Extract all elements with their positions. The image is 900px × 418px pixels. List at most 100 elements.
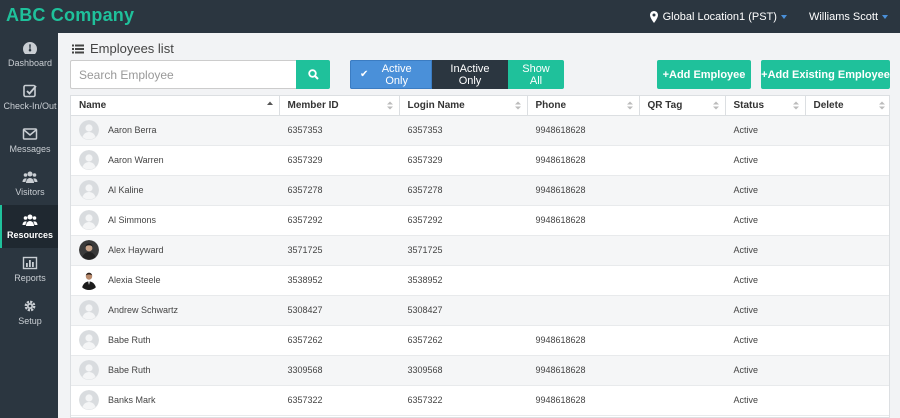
member-id-value: 6357329: [287, 155, 323, 165]
column-header-phone[interactable]: Phone: [527, 96, 640, 116]
table-row[interactable]: Aaron Warren 6357329 6357329 9948618628 Acti…: [71, 145, 889, 176]
search-button[interactable]: [296, 60, 330, 89]
status-cell: Active: [725, 175, 805, 206]
sidebar-item-reports[interactable]: Reports: [0, 248, 58, 291]
add-existing-employee-button[interactable]: +Add Existing Employee: [761, 60, 890, 89]
sidebar-item-label: Messages: [9, 144, 51, 154]
map-pin-icon: [649, 10, 658, 23]
status-value: Active: [733, 275, 759, 285]
qr-tag-cell: [639, 175, 725, 206]
add-employee-button[interactable]: +Add Employee: [657, 60, 751, 89]
sidebar-item-visitors[interactable]: Visitors: [0, 162, 58, 205]
column-header-delete[interactable]: Delete: [805, 96, 889, 116]
inactive-only-button[interactable]: InActive Only: [432, 60, 508, 89]
column-label: Member ID: [287, 99, 339, 111]
avatar: [79, 390, 99, 410]
login-name-value: 6357329: [407, 155, 443, 165]
status-cell: Active: [725, 205, 805, 236]
status-value: Active: [733, 365, 759, 375]
member-id-value: 3309568: [287, 365, 323, 375]
qr-tag-cell: [639, 295, 725, 326]
qr-tag-cell: [639, 265, 725, 296]
active-only-button[interactable]: ✔ Active Only: [350, 60, 432, 89]
user-menu[interactable]: Williams Scott: [809, 11, 888, 23]
chevron-down-icon: [882, 14, 888, 19]
qr-tag-cell: [639, 235, 725, 266]
employee-name-wrap[interactable]: Babe Ruth: [79, 360, 271, 380]
column-header-member-id[interactable]: Member ID: [279, 96, 400, 116]
qr-tag-cell: [639, 115, 725, 146]
sort-icon: [878, 101, 885, 110]
delete-cell: [805, 115, 889, 146]
gear-icon: [24, 300, 36, 312]
table-row[interactable]: Babe Ruth 3309568 3309568 9948618628 Active: [71, 355, 889, 386]
login-name-value: 5308427: [407, 305, 443, 315]
login-name-cell: 3571725: [399, 235, 527, 266]
status-cell: Active: [725, 295, 805, 326]
sidebar-item-resources[interactable]: Resources: [0, 205, 58, 248]
app-title[interactable]: ABC Company: [6, 5, 134, 26]
avatar: [79, 210, 99, 230]
login-name-cell: 6357329: [399, 145, 527, 176]
check-square-icon: [23, 84, 37, 98]
sidebar-item-check-in-out[interactable]: Check-In/Out: [0, 76, 58, 119]
table-row[interactable]: Al Kaline 6357278 6357278 9948618628 Active: [71, 175, 889, 206]
employee-name-wrap[interactable]: Aaron Berra: [79, 120, 271, 140]
name-cell: Al Kaline: [71, 175, 279, 206]
sidebar-item-dashboard[interactable]: Dashboard: [0, 33, 58, 76]
status-cell: Active: [725, 145, 805, 176]
location-selector[interactable]: Global Location1 (PST): [649, 10, 787, 23]
employee-name-wrap[interactable]: Aaron Warren: [79, 150, 271, 170]
status-value: Active: [733, 185, 759, 195]
table-row[interactable]: Aaron Berra 6357353 6357353 9948618628 Activ…: [71, 115, 889, 146]
sidebar-item-label: Setup: [18, 316, 42, 326]
page-title: Employees list: [72, 41, 174, 56]
show-all-button[interactable]: Show All: [508, 60, 564, 89]
login-name-cell: 6357292: [399, 205, 527, 236]
employee-name-wrap[interactable]: Alexia Steele: [79, 270, 271, 290]
login-name-cell: 6357322: [399, 385, 527, 416]
member-id-cell: 6357322: [279, 385, 399, 416]
login-name-cell: 3538952: [399, 265, 527, 296]
employee-name-wrap[interactable]: Al Kaline: [79, 180, 271, 200]
employee-name-wrap[interactable]: Banks Mark: [79, 390, 271, 410]
member-id-cell: 6357292: [279, 205, 399, 236]
column-header-status[interactable]: Status: [725, 96, 806, 116]
employee-name-wrap[interactable]: Al Simmons: [79, 210, 271, 230]
employee-name-wrap[interactable]: Alex Hayward: [79, 240, 271, 260]
phone-cell: 9948618628: [527, 175, 639, 206]
status-value: Active: [733, 155, 759, 165]
table-row[interactable]: Andrew Schwartz 5308427 5308427 Active: [71, 295, 889, 326]
sort-asc-icon: [266, 101, 273, 105]
table-row[interactable]: Babe Ruth 6357262 6357262 9948618628 Active: [71, 325, 889, 356]
employee-name-wrap[interactable]: Babe Ruth: [79, 330, 271, 350]
table-row[interactable]: Alexia Steele 3538952 3538952 Active: [71, 265, 889, 296]
sidebar-item-setup[interactable]: Setup: [0, 291, 58, 334]
column-header-qr-tag[interactable]: QR Tag: [639, 96, 726, 116]
name-cell: Aaron Berra: [71, 115, 279, 146]
sidebar-item-label: Visitors: [15, 187, 45, 197]
sort-icon: [626, 101, 633, 110]
member-id-value: 3538952: [287, 275, 323, 285]
chevron-down-icon: [780, 14, 787, 19]
employee-name: Banks Mark: [108, 395, 156, 405]
status-value: Active: [733, 245, 759, 255]
employee-name: Babe Ruth: [108, 335, 151, 345]
sort-icon: [386, 101, 393, 110]
sort-icon: [712, 101, 719, 110]
employee-name-wrap[interactable]: Andrew Schwartz: [79, 300, 271, 320]
member-id-cell: 6357353: [279, 115, 399, 146]
column-header-login-name[interactable]: Login Name: [399, 96, 528, 116]
table-row[interactable]: Banks Mark 6357322 6357322 9948618628 Active: [71, 385, 889, 416]
status-cell: Active: [725, 325, 805, 356]
search-input[interactable]: [70, 60, 296, 89]
table-row[interactable]: Alex Hayward 3571725 3571725 Active: [71, 235, 889, 266]
delete-cell: [805, 205, 889, 236]
table-row[interactable]: Al Simmons 6357292 6357292 9948618628 Active: [71, 205, 889, 236]
search-icon: [307, 69, 319, 80]
login-name-value: 3309568: [407, 365, 443, 375]
sidebar-item-label: Reports: [14, 273, 46, 283]
status-cell: Active: [725, 235, 805, 266]
column-header-name[interactable]: Name: [71, 96, 280, 116]
sidebar-item-messages[interactable]: Messages: [0, 119, 58, 162]
